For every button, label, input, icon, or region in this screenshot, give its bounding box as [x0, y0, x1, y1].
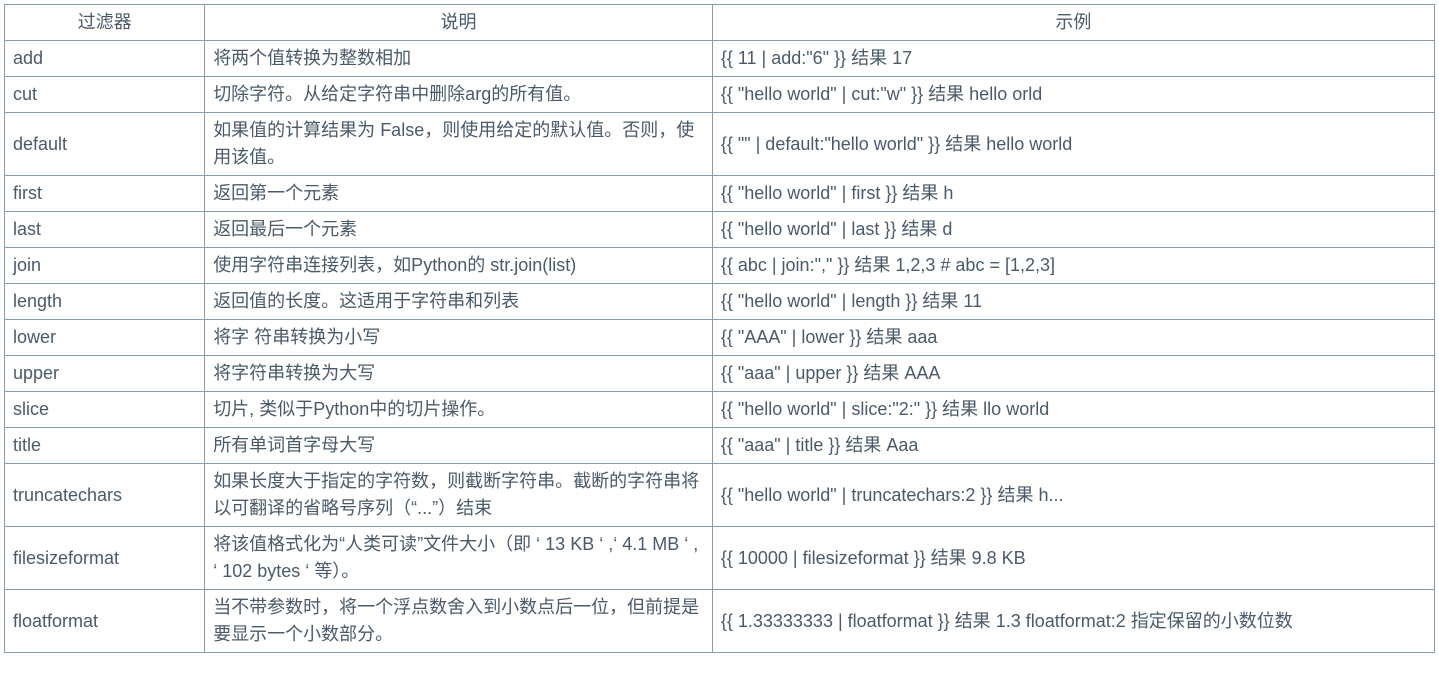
cell-example: {{ "hello world" | truncatechars:2 }} 结果…	[712, 464, 1434, 527]
cell-filter: floatformat	[5, 590, 205, 653]
cell-desc: 切除字符。从给定字符串中删除arg的所有值。	[205, 77, 713, 113]
cell-example: {{ "aaa" | title }} 结果 Aaa	[712, 428, 1434, 464]
table-row: floatformat当不带参数时，将一个浮点数舍入到小数点后一位，但前提是要显…	[5, 590, 1435, 653]
table-row: length返回值的长度。这适用于字符串和列表{{ "hello world" …	[5, 284, 1435, 320]
cell-filter: truncatechars	[5, 464, 205, 527]
cell-example: {{ "hello world" | last }} 结果 d	[712, 212, 1434, 248]
table-row: add将两个值转换为整数相加{{ 11 | add:"6" }} 结果 17	[5, 41, 1435, 77]
cell-filter: filesizeformat	[5, 527, 205, 590]
cell-example: {{ 10000 | filesizeformat }} 结果 9.8 KB	[712, 527, 1434, 590]
header-desc: 说明	[205, 5, 713, 41]
cell-filter: title	[5, 428, 205, 464]
cell-desc: 将字符串转换为大写	[205, 356, 713, 392]
table-row: last返回最后一个元素{{ "hello world" | last }} 结…	[5, 212, 1435, 248]
table-row: filesizeformat将该值格式化为“人类可读”文件大小（即 ‘ 13 K…	[5, 527, 1435, 590]
header-example: 示例	[712, 5, 1434, 41]
cell-filter: default	[5, 113, 205, 176]
cell-desc: 当不带参数时，将一个浮点数舍入到小数点后一位，但前提是要显示一个小数部分。	[205, 590, 713, 653]
cell-filter: lower	[5, 320, 205, 356]
cell-desc: 使用字符串连接列表，如Python的 str.join(list)	[205, 248, 713, 284]
cell-example: {{ "aaa" | upper }} 结果 AAA	[712, 356, 1434, 392]
table-row: slice切片, 类似于Python中的切片操作。{{ "hello world…	[5, 392, 1435, 428]
filters-table: 过滤器 说明 示例 add将两个值转换为整数相加{{ 11 | add:"6" …	[4, 4, 1435, 653]
table-row: lower将字 符串转换为小写{{ "AAA" | lower }} 结果 aa…	[5, 320, 1435, 356]
cell-filter: join	[5, 248, 205, 284]
cell-desc: 切片, 类似于Python中的切片操作。	[205, 392, 713, 428]
table-header-row: 过滤器 说明 示例	[5, 5, 1435, 41]
cell-example: {{ abc | join:"," }} 结果 1,2,3 # abc = [1…	[712, 248, 1434, 284]
cell-example: {{ 1.33333333 | floatformat }} 结果 1.3 fl…	[712, 590, 1434, 653]
cell-filter: add	[5, 41, 205, 77]
table-row: truncatechars如果长度大于指定的字符数，则截断字符串。截断的字符串将…	[5, 464, 1435, 527]
cell-desc: 将两个值转换为整数相加	[205, 41, 713, 77]
cell-desc: 返回值的长度。这适用于字符串和列表	[205, 284, 713, 320]
cell-example: {{ "AAA" | lower }} 结果 aaa	[712, 320, 1434, 356]
cell-example: {{ "hello world" | length }} 结果 11	[712, 284, 1434, 320]
cell-desc: 所有单词首字母大写	[205, 428, 713, 464]
table-row: default如果值的计算结果为 False，则使用给定的默认值。否则，使用该值…	[5, 113, 1435, 176]
table-row: title所有单词首字母大写{{ "aaa" | title }} 结果 Aaa	[5, 428, 1435, 464]
cell-desc: 返回第一个元素	[205, 176, 713, 212]
cell-desc: 将字 符串转换为小写	[205, 320, 713, 356]
cell-example: {{ "" | default:"hello world" }} 结果 hell…	[712, 113, 1434, 176]
cell-filter: slice	[5, 392, 205, 428]
cell-desc: 返回最后一个元素	[205, 212, 713, 248]
cell-example: {{ "hello world" | slice:"2:" }} 结果 llo …	[712, 392, 1434, 428]
cell-desc: 将该值格式化为“人类可读”文件大小（即 ‘ 13 KB ‘ ,‘ 4.1 MB …	[205, 527, 713, 590]
cell-desc: 如果值的计算结果为 False，则使用给定的默认值。否则，使用该值。	[205, 113, 713, 176]
table-row: upper将字符串转换为大写{{ "aaa" | upper }} 结果 AAA	[5, 356, 1435, 392]
cell-filter: upper	[5, 356, 205, 392]
header-filter: 过滤器	[5, 5, 205, 41]
cell-example: {{ 11 | add:"6" }} 结果 17	[712, 41, 1434, 77]
cell-example: {{ "hello world" | cut:"w" }} 结果 hello o…	[712, 77, 1434, 113]
cell-filter: length	[5, 284, 205, 320]
cell-desc: 如果长度大于指定的字符数，则截断字符串。截断的字符串将以可翻译的省略号序列（“.…	[205, 464, 713, 527]
table-row: join使用字符串连接列表，如Python的 str.join(list){{ …	[5, 248, 1435, 284]
table-row: cut切除字符。从给定字符串中删除arg的所有值。{{ "hello world…	[5, 77, 1435, 113]
cell-filter: first	[5, 176, 205, 212]
cell-example: {{ "hello world" | first }} 结果 h	[712, 176, 1434, 212]
cell-filter: last	[5, 212, 205, 248]
cell-filter: cut	[5, 77, 205, 113]
table-row: first返回第一个元素{{ "hello world" | first }} …	[5, 176, 1435, 212]
